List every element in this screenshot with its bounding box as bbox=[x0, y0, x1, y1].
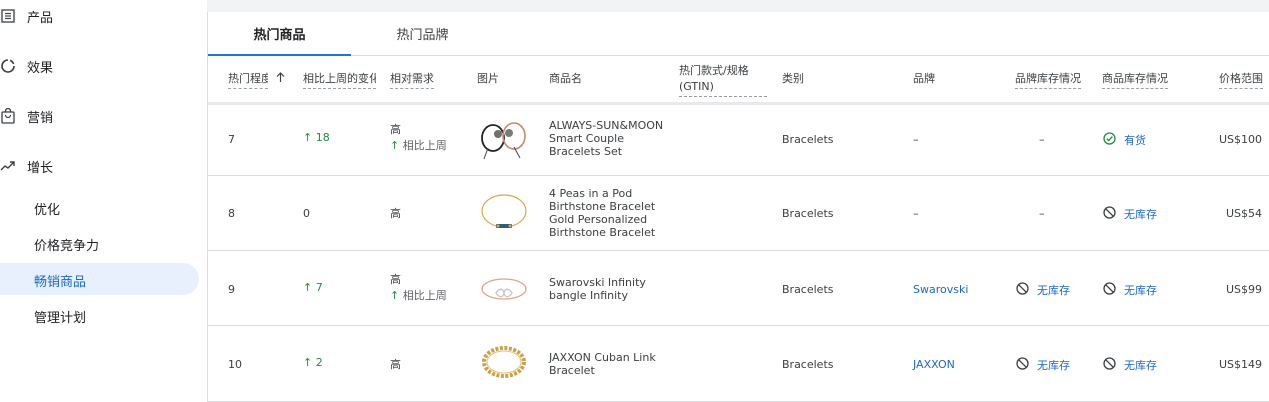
circle-gauge-icon bbox=[0, 58, 16, 74]
price-cell: US$100 bbox=[1218, 133, 1262, 146]
sidebar-item-label: 畅销商品 bbox=[34, 275, 87, 290]
change-cell: 0 bbox=[303, 207, 310, 220]
tab-top-products[interactable]: 热门商品 bbox=[208, 12, 351, 56]
nav-label: 效果 bbox=[27, 60, 54, 76]
category-cell: Bracelets bbox=[782, 207, 834, 220]
table-row[interactable]: 9 ↑ 7 高 ↑ 相比上周 Swarovski Infinity bangle… bbox=[208, 251, 1269, 326]
demand-cell: 高 ↑ 相比上周 bbox=[390, 273, 447, 302]
brand-stock-cell: – bbox=[1039, 133, 1045, 146]
block-icon bbox=[1103, 357, 1116, 373]
column-header-image: 图片 bbox=[477, 72, 499, 85]
table-row[interactable]: 8 0 高 4 Peas in a Pod Birthstone Bracele… bbox=[208, 176, 1269, 251]
brand-cell: – bbox=[913, 207, 919, 220]
category-cell: Bracelets bbox=[782, 133, 834, 146]
sidebar-item-optimize[interactable]: 优化 bbox=[0, 191, 199, 223]
nav-label: 营销 bbox=[27, 110, 54, 126]
category-cell: Bracelets bbox=[782, 283, 834, 296]
demand-cell: 高 bbox=[390, 358, 401, 371]
table-row[interactable]: 7 ↑ 18 高 ↑ 相比上周 ALWAYS-SUN&MOON Smart Co… bbox=[208, 105, 1269, 176]
table-row[interactable]: 10 ↑ 2 高 JAXXON Cuban Link Bracelet Brac… bbox=[208, 326, 1269, 402]
arrow-up-icon: ↑ bbox=[303, 131, 313, 144]
infinity-bangle-image bbox=[478, 263, 530, 315]
demand-cell: 高 bbox=[390, 207, 401, 220]
brand-stock-cell: 无库存 bbox=[1016, 357, 1070, 373]
sidebar-item-best-sellers[interactable]: 畅销商品 bbox=[0, 263, 199, 295]
main-panel: 热门商品 热门品牌 热门程度 相比上周的变化 相对需求 图片 商品名 热门款式/… bbox=[207, 12, 1269, 402]
change-cell: ↑ 2 bbox=[303, 356, 323, 369]
sidebar-item-label: 管理计划 bbox=[34, 311, 87, 326]
product-stock-cell: 无库存 bbox=[1103, 357, 1157, 373]
block-icon bbox=[1103, 282, 1116, 298]
product-stock-cell: 无库存 bbox=[1103, 282, 1157, 298]
nav-label: 产品 bbox=[27, 10, 54, 26]
rank-cell: 10 bbox=[228, 358, 242, 371]
brand-stock-cell: 无库存 bbox=[1016, 282, 1070, 298]
category-cell: Bracelets bbox=[782, 358, 834, 371]
block-icon bbox=[1103, 206, 1116, 222]
product-name-cell[interactable]: JAXXON Cuban Link Bracelet bbox=[549, 351, 669, 377]
column-header-change[interactable]: 相比上周的变化 bbox=[303, 71, 376, 89]
column-header-brand: 品牌 bbox=[913, 72, 935, 85]
column-header-gtin[interactable]: 热门款式/规格 (GTIN) bbox=[679, 63, 767, 97]
column-header-brand-stock[interactable]: 品牌库存情况 bbox=[1015, 71, 1081, 89]
tab-label: 热门商品 bbox=[253, 28, 306, 43]
product-name-cell[interactable]: Swarovski Infinity bangle Infinity bbox=[549, 276, 669, 302]
column-header-demand[interactable]: 相对需求 bbox=[390, 71, 434, 89]
column-header-product-stock[interactable]: 商品库存情况 bbox=[1102, 71, 1168, 89]
brand-stock-cell: – bbox=[1039, 207, 1045, 220]
price-cell: US$99 bbox=[1225, 283, 1262, 296]
sidebar: 产品 效果 营销 增长 优化 价格竞争力 畅销商品 管理计划 bbox=[0, 0, 207, 402]
tab-label: 热门品牌 bbox=[396, 28, 449, 43]
brand-cell: – bbox=[913, 133, 919, 146]
column-header-name: 商品名 bbox=[549, 72, 582, 85]
sidebar-item-price-competitiveness[interactable]: 价格竞争力 bbox=[0, 227, 199, 259]
shopping-bag-icon bbox=[0, 108, 16, 124]
arrow-up-icon: ↑ bbox=[303, 281, 313, 294]
tab-bar: 热门商品 热门品牌 bbox=[208, 12, 1269, 56]
brand-link[interactable]: Swarovski bbox=[913, 283, 968, 296]
cuban-link-bracelet-image bbox=[478, 338, 530, 390]
table-header: 热门程度 相比上周的变化 相对需求 图片 商品名 热门款式/规格 (GTIN) … bbox=[208, 56, 1269, 105]
sidebar-item-manage-programs[interactable]: 管理计划 bbox=[0, 299, 199, 331]
column-header-category: 类别 bbox=[782, 72, 804, 85]
rank-cell: 7 bbox=[228, 133, 235, 146]
block-icon bbox=[1016, 282, 1029, 298]
change-cell: ↑ 7 bbox=[303, 281, 323, 294]
trending-up-icon bbox=[0, 158, 16, 174]
change-cell: ↑ 18 bbox=[303, 131, 330, 144]
product-name-cell[interactable]: 4 Peas in a Pod Birthstone Bracelet Gold… bbox=[549, 187, 669, 239]
sort-arrow-up-icon bbox=[276, 72, 285, 85]
block-icon bbox=[1016, 357, 1029, 373]
arrow-up-icon: ↑ bbox=[303, 356, 313, 369]
rank-cell: 9 bbox=[228, 283, 235, 296]
couple-bracelets-image bbox=[478, 114, 530, 166]
product-name-cell[interactable]: ALWAYS-SUN&MOON Smart Couple Bracelets S… bbox=[549, 119, 669, 158]
arrow-up-icon: ↑ bbox=[390, 289, 400, 302]
column-header-rank[interactable]: 热门程度 bbox=[228, 71, 298, 89]
nav-label: 增长 bbox=[27, 160, 54, 176]
arrow-up-icon: ↑ bbox=[390, 139, 400, 152]
rank-cell: 8 bbox=[228, 207, 235, 220]
demand-cell: 高 ↑ 相比上周 bbox=[390, 123, 447, 152]
top-bar bbox=[207, 0, 1269, 12]
column-header-price[interactable]: 价格范围 bbox=[1219, 71, 1263, 89]
birthstone-bracelet-image bbox=[478, 187, 530, 239]
product-stock-cell: 无库存 bbox=[1103, 206, 1157, 222]
check-circle-icon bbox=[1103, 132, 1116, 148]
tab-top-brands[interactable]: 热门品牌 bbox=[351, 12, 494, 55]
product-stock-cell: 有货 bbox=[1103, 132, 1146, 148]
price-cell: US$54 bbox=[1225, 207, 1262, 220]
sidebar-item-label: 优化 bbox=[34, 203, 61, 218]
brand-link[interactable]: JAXXON bbox=[913, 358, 955, 371]
list-box-icon bbox=[0, 8, 16, 24]
sidebar-item-label: 价格竞争力 bbox=[34, 239, 100, 254]
price-cell: US$149 bbox=[1218, 358, 1262, 371]
